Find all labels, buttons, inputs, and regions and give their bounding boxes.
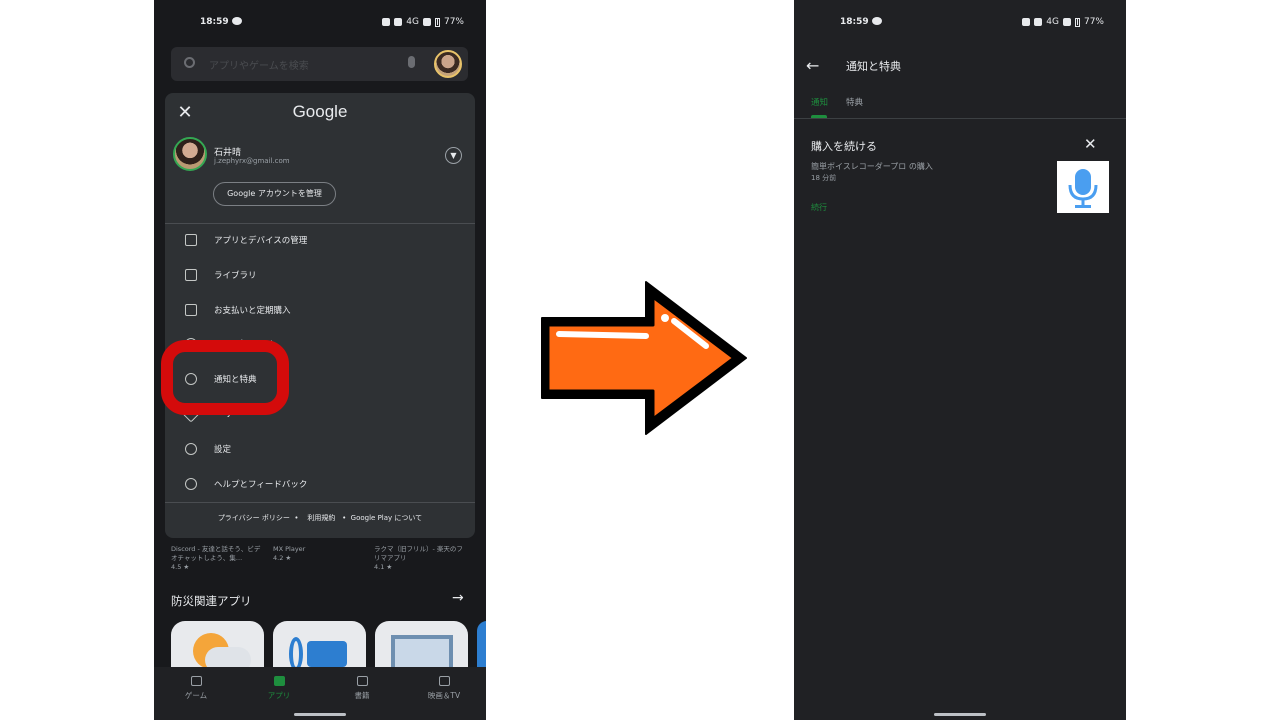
gear-icon: [185, 443, 197, 455]
divider: [794, 118, 1126, 119]
menu-item-help[interactable]: ヘルプとフィードバック: [165, 469, 475, 499]
vibrate-icon: [382, 18, 391, 26]
account-drawer: ✕ Google 石井晴 j.zephyrx@gmail.com ▼ Googl…: [165, 93, 475, 538]
status-time: 18:59: [200, 17, 229, 27]
network-label: 4G: [1046, 17, 1059, 27]
menu-item-library[interactable]: ライブラリ: [165, 260, 475, 290]
app-rating: 4.5 ★: [171, 563, 190, 571]
wifi-icon: [1034, 18, 1043, 26]
menu-item-payments[interactable]: お支払いと定期購入: [165, 295, 475, 325]
account-avatar: [173, 137, 207, 171]
folder-icon: [185, 269, 197, 281]
network-label: 4G: [406, 17, 419, 27]
battery-percent: 77%: [443, 17, 464, 27]
vibrate-icon: [1022, 18, 1031, 26]
back-arrow-icon[interactable]: ←: [806, 56, 819, 75]
about-link[interactable]: Google Play について: [351, 514, 423, 522]
comparison-image: 18:59 4G 77% アプリやゲームを検索 ✕ Google 石井晴 j.z…: [0, 0, 1280, 720]
apps-grid-icon: [273, 676, 285, 686]
divider: [165, 502, 475, 503]
nav-movies[interactable]: 映画＆TV: [414, 676, 474, 701]
nav-label: アプリ: [267, 691, 291, 700]
battery-percent: 77%: [1083, 17, 1104, 27]
menu-item-settings[interactable]: 設定: [165, 434, 475, 464]
manage-account-button[interactable]: Google アカウントを管理: [213, 182, 336, 206]
status-icons: 4G 77%: [382, 17, 464, 27]
app-name: MX Player: [273, 545, 306, 553]
gesture-bar: [294, 713, 346, 716]
privacy-link[interactable]: プライバシー ポリシー: [218, 514, 290, 522]
menu-item-label: ヘルプとフィードバック: [214, 480, 308, 490]
chat-notification-icon: [232, 17, 242, 25]
battery-icon: [434, 17, 440, 27]
app-caption: MX Player 4.2 ★: [273, 545, 363, 563]
menu-item-label: お支払いと定期購入: [214, 306, 291, 316]
page-title: 通知と特典: [846, 60, 901, 73]
app-name: Discord - 友達と話そう、ビデオチャットしよう、集...: [171, 545, 261, 562]
app-rating: 4.2 ★: [273, 554, 292, 562]
profile-avatar[interactable]: [434, 50, 462, 78]
help-icon: [185, 478, 197, 490]
account-email: j.zephyrx@gmail.com: [214, 157, 290, 165]
nav-label: 映画＆TV: [427, 691, 461, 700]
app-caption: Discord - 友達と話そう、ビデオチャットしよう、集... 4.5 ★: [171, 545, 266, 572]
film-icon: [438, 676, 450, 686]
gamepad-icon: [190, 676, 202, 686]
apps-devices-icon: [185, 234, 197, 246]
megaphone-icon: [289, 637, 303, 671]
notification-time: 18 分前: [811, 174, 837, 182]
bottom-navigation: ゲーム アプリ 書籍 映画＆TV: [154, 667, 486, 720]
signal-icon: [422, 18, 431, 26]
menu-item-label: アプリとデバイスの管理: [214, 236, 308, 246]
highlight-ring: [161, 340, 289, 415]
book-icon: [356, 676, 368, 686]
notification-title: 購入を続ける: [811, 140, 877, 153]
nav-books[interactable]: 書籍: [332, 676, 392, 701]
app-icon: [1057, 161, 1109, 213]
gesture-bar: [934, 713, 986, 716]
signal-icon: [1062, 18, 1071, 26]
status-icons: 4G 77%: [1022, 17, 1104, 27]
app-rating: 4.1 ★: [374, 563, 393, 571]
arrow-right-icon[interactable]: →: [452, 590, 464, 606]
tab-rewards[interactable]: 特典: [846, 96, 863, 108]
nav-label: ゲーム: [184, 691, 208, 700]
nav-games[interactable]: ゲーム: [166, 676, 226, 701]
microphone-icon: [1068, 169, 1098, 208]
chat-notification-icon: [872, 17, 882, 25]
search-bar[interactable]: アプリやゲームを検索: [171, 47, 468, 81]
nav-label: 書籍: [354, 691, 370, 700]
nav-apps[interactable]: アプリ: [249, 676, 309, 701]
drawer-title: Google: [292, 102, 348, 121]
menu-item-label: ライブラリ: [214, 271, 257, 281]
status-time: 18:59: [840, 17, 869, 27]
continue-button[interactable]: 続行: [811, 202, 827, 213]
terms-link[interactable]: 利用規約: [307, 514, 335, 522]
drawer-footer: プライバシー ポリシー • 利用規約 • Google Play について: [217, 514, 423, 522]
close-icon[interactable]: ✕: [1084, 135, 1097, 153]
status-bar: 18:59 4G 77%: [154, 14, 486, 32]
credit-card-icon: [185, 304, 197, 316]
menu-item-label: 設定: [214, 445, 232, 455]
app-caption: ラクマ（旧フリル）- 楽天のフリマアプリ 4.1 ★: [374, 545, 466, 572]
section-title: 防災関連アプリ: [171, 594, 252, 608]
battery-icon: [1074, 17, 1080, 27]
notification-subtitle: 簡単ボイスレコーダープロ の購入: [811, 162, 933, 171]
search-placeholder: アプリやゲームを検索: [209, 61, 309, 72]
tab-notifications[interactable]: 通知: [811, 96, 828, 108]
status-bar: 18:59 4G 77%: [794, 14, 1126, 32]
chevron-down-icon[interactable]: ▼: [445, 147, 462, 164]
voice-search-icon[interactable]: [408, 56, 415, 68]
wifi-icon: [394, 18, 403, 26]
search-icon: [184, 57, 195, 68]
left-phone-screen: 18:59 4G 77% アプリやゲームを検索 ✕ Google 石井晴 j.z…: [154, 0, 486, 720]
megaphone-body-icon: [307, 641, 347, 667]
divider: [165, 223, 475, 224]
arrow-right-icon: [541, 281, 747, 435]
app-name: ラクマ（旧フリル）- 楽天のフリマアプリ: [374, 545, 463, 562]
right-phone-screen: 18:59 4G 77% ← 通知と特典 通知 特典 購入を続ける ✕ 簡単ボイ…: [794, 0, 1126, 720]
menu-item-apps-devices[interactable]: アプリとデバイスの管理: [165, 225, 475, 255]
